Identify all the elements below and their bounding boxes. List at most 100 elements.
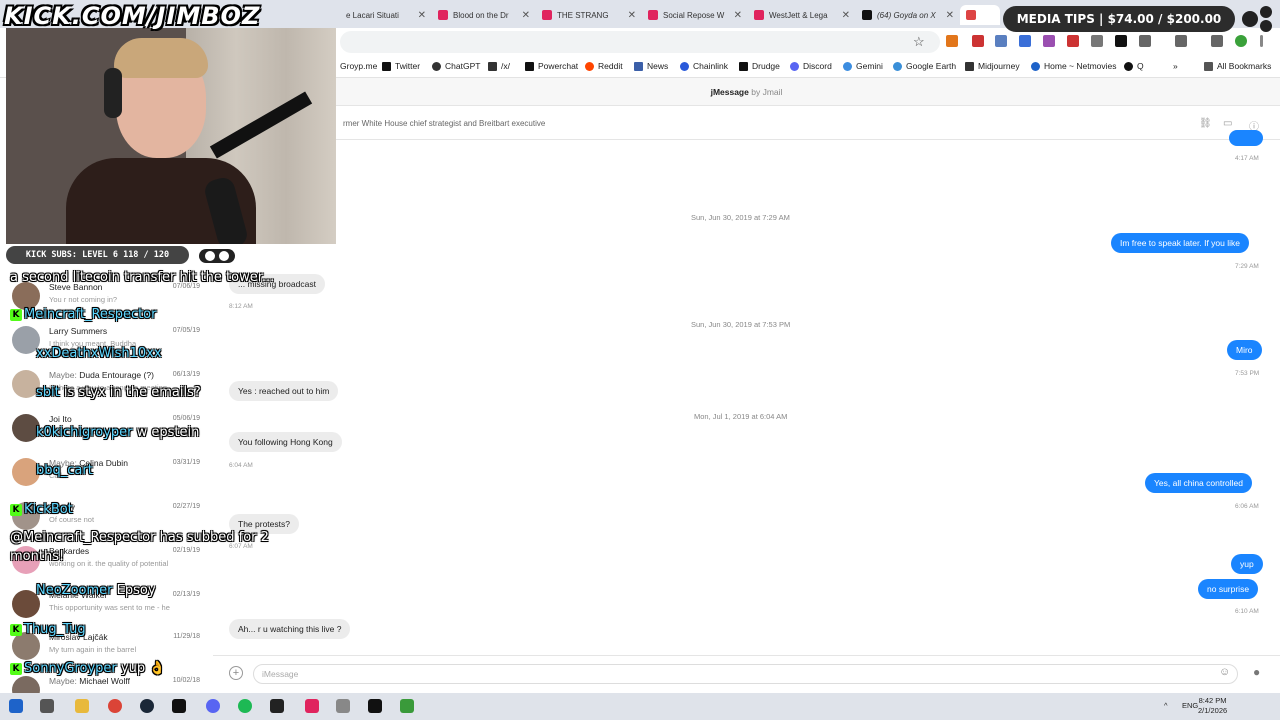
youtube-icon[interactable]	[305, 699, 319, 713]
chat-username: bbq_cart	[36, 463, 93, 478]
tab-1[interactable]: e Lacari Situati ✕	[340, 5, 432, 25]
taskbar-clock[interactable]: 8:42 PM 2/1/2026	[1198, 696, 1227, 716]
contact-name: Joi Ito	[49, 414, 72, 424]
contact-date: 02/27/19	[172, 503, 200, 510]
metamask-icon[interactable]	[946, 35, 958, 47]
close-icon[interactable]: ✕	[522, 10, 530, 21]
message-bubble-in[interactable]: Ah... r u watching this live ?	[229, 619, 351, 639]
q-icon	[1124, 61, 1133, 71]
close-icon[interactable]: ✕	[418, 10, 426, 21]
chat-message: K Meincraft_Respector	[10, 307, 156, 322]
contact-preview: This opportunity was sent to me - he	[49, 603, 170, 612]
app-icon[interactable]	[336, 699, 350, 713]
chat-message: @Meincraft_Respector has subbed for 2 mo…	[10, 528, 290, 566]
extension-icon[interactable]	[995, 35, 1007, 47]
chat-message: xxDeathxWish10xx	[36, 346, 162, 361]
tab-5[interactable]: WestJett & Lega ✕	[748, 5, 856, 25]
bookmark-groyp[interactable]: Groyp.me	[340, 61, 377, 71]
tab-search-icon[interactable]	[1175, 35, 1187, 47]
more-icon[interactable]	[1260, 35, 1263, 47]
bookmark-powerchat[interactable]: Powerchat	[525, 61, 578, 71]
windows-start-icon[interactable]	[9, 699, 23, 713]
terminal-icon[interactable]	[172, 699, 186, 713]
bookmark-news[interactable]: News	[634, 61, 668, 71]
task-view-icon[interactable]	[40, 699, 54, 713]
contact-date: 02/13/19	[172, 591, 200, 598]
chat-text: Epsoy	[116, 583, 156, 598]
tray-chevron-icon[interactable]: ^	[1164, 701, 1168, 710]
bookmark-google-earth[interactable]: Google Earth	[893, 61, 956, 71]
message-bubble-in[interactable]: You following Hong Kong	[229, 432, 342, 452]
app-icon[interactable]	[270, 699, 284, 713]
tab-2[interactable]: Blood on the Dr ✕	[432, 5, 536, 25]
url-input[interactable]	[340, 31, 940, 53]
bookmark-label: News	[647, 61, 669, 71]
tab-4[interactable]: Social Repose W ✕	[642, 5, 748, 25]
contact-date: 11/29/18	[173, 633, 200, 640]
tab-active[interactable]	[960, 5, 1000, 25]
message-input[interactable]: iMessage	[253, 664, 1238, 684]
puzzle-icon[interactable]	[1139, 35, 1151, 47]
message-list[interactable]: 4:17 AM Sun, Jun 30, 2019 at 7:29 AM Im …	[213, 130, 1280, 655]
menu-icon[interactable]	[1211, 35, 1223, 47]
extension-icon[interactable]	[972, 35, 984, 47]
microphone-icon[interactable]: ●	[1253, 665, 1260, 679]
bookmark-midjourney[interactable]: Midjourney	[965, 61, 1020, 71]
spotify-icon[interactable]	[238, 699, 252, 713]
powerchat-icon	[525, 61, 534, 71]
bookmark-chainlink[interactable]: Chainlink	[680, 61, 728, 71]
message-time: 6:10 AM	[1235, 608, 1259, 615]
app-icon[interactable]	[400, 699, 414, 713]
extension-icon[interactable]	[1067, 35, 1079, 47]
close-icon[interactable]: ✕	[734, 10, 742, 21]
video-icon[interactable]: ▭	[1223, 118, 1232, 129]
tab-3[interactable]: THE STRANG ✕	[536, 5, 642, 25]
capcut-icon[interactable]	[368, 699, 382, 713]
tab-title: e Lacari Situati	[346, 10, 399, 20]
bookmark-x[interactable]: /x/	[488, 61, 510, 71]
extension-icon[interactable]	[1091, 35, 1103, 47]
message-bubble-out[interactable]: yup	[1231, 554, 1263, 574]
message-bubble-out[interactable]: no surprise	[1198, 579, 1259, 599]
bookmark-chatgpt[interactable]: ChatGPT	[432, 61, 480, 71]
bookmark-reddit[interactable]: Reddit	[585, 61, 623, 71]
tab-title: (64) Goyda on X	[877, 10, 936, 20]
bookmark-gemini[interactable]: Gemini	[843, 61, 883, 71]
x-icon	[382, 61, 391, 71]
message-bubble-out[interactable]: Miro	[1227, 340, 1262, 360]
contact-name-text: Michael Wolff	[79, 676, 130, 686]
bookmark-drudge[interactable]: Drudge	[739, 61, 780, 71]
bookmark-discord[interactable]: Discord	[790, 61, 832, 71]
message-bubble-in[interactable]: Yes : reached out to him	[229, 381, 339, 401]
bookmark-netmovies[interactable]: Home ~ Netmovies	[1031, 61, 1117, 71]
all-bookmarks[interactable]: All Bookmarks	[1204, 61, 1271, 71]
netmovies-icon	[1031, 61, 1040, 71]
extension-icon[interactable]	[1043, 35, 1055, 47]
message-bubble-out[interactable]: Im free to speak later. If you like	[1111, 233, 1250, 253]
message-bubble-out[interactable]	[1229, 130, 1263, 146]
link-icon[interactable]: ⛓	[1199, 118, 1212, 129]
language-indicator[interactable]: ENG	[1182, 701, 1198, 710]
bookmark-star-icon[interactable]: ☆	[913, 34, 925, 50]
chat-message: NeoZoomer Epsoy	[36, 583, 156, 598]
plus-icon[interactable]: +	[229, 666, 243, 680]
bookmark-twitter[interactable]: Twitter	[382, 61, 420, 71]
close-icon[interactable]: ✕	[842, 10, 850, 21]
extension-icon[interactable]	[1019, 35, 1031, 47]
tab-6[interactable]: (64) Goyda on X ✕	[856, 5, 960, 25]
chrome-icon[interactable]	[108, 699, 122, 713]
profile-avatar[interactable]	[1235, 35, 1247, 47]
close-icon[interactable]: ✕	[946, 10, 954, 21]
file-explorer-icon[interactable]	[75, 699, 89, 713]
contact-preview: My turn again in the barrel	[49, 645, 137, 654]
contact-row[interactable]: Maybe: Celina Dubin Call 03/31/19	[0, 454, 213, 498]
more-bookmarks-button[interactable]: »	[1173, 61, 1178, 71]
bookmark-q[interactable]: Q	[1124, 61, 1144, 71]
message-bubble-out[interactable]: Yes, all china controlled	[1145, 473, 1252, 493]
x-icon[interactable]	[1115, 35, 1127, 47]
discord-icon[interactable]	[206, 699, 220, 713]
close-icon[interactable]: ✕	[628, 10, 636, 21]
chat-text: is styx in the emails?	[63, 385, 201, 400]
emoji-icon[interactable]: ☺	[1219, 666, 1230, 678]
steam-icon[interactable]	[140, 699, 154, 713]
